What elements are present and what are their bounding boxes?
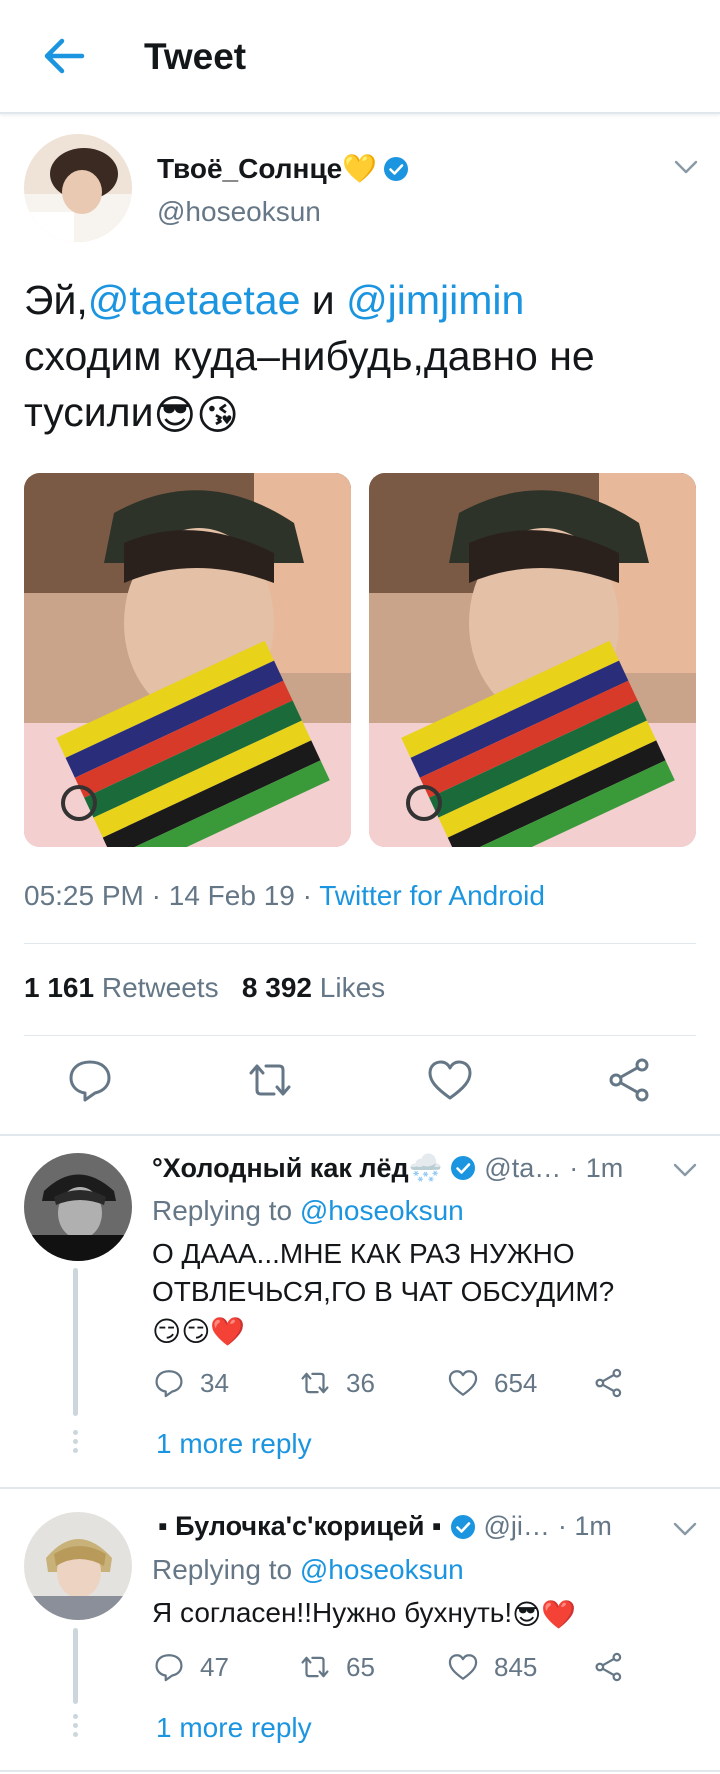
- back-arrow-icon[interactable]: [38, 30, 90, 82]
- replying-to-label: Replying to: [152, 1195, 293, 1226]
- like-heart-icon: [448, 1654, 478, 1680]
- retweet-icon: [301, 1372, 329, 1394]
- share-icon[interactable]: [592, 1366, 626, 1400]
- author-name-row[interactable]: Твоё_Солнце💛: [157, 152, 409, 185]
- tweet-emojis: 😎😘: [153, 392, 239, 439]
- reply-avatar[interactable]: [24, 1512, 132, 1620]
- share-icon[interactable]: [592, 1650, 626, 1684]
- section-separator: [0, 1487, 720, 1489]
- tweet-text-and: и: [300, 277, 347, 323]
- thread-dots: [70, 1430, 80, 1453]
- reply-text: Я согласен!!Нужно бухнуть!😎❤️: [152, 1594, 672, 1634]
- verified-badge-icon: [450, 1514, 475, 1539]
- meta-dot: ·: [143, 880, 169, 911]
- author-name[interactable]: Твоё_Солнце💛: [157, 152, 377, 185]
- reply-author-name[interactable]: °Холодный как лёд🌨️: [152, 1152, 442, 1184]
- tweet-text-rest: сходим куда–нибудь,давно не тусили: [24, 333, 595, 435]
- likes-label[interactable]: Likes: [320, 972, 385, 1003]
- tweet-photo-2[interactable]: [369, 473, 696, 847]
- tweet-text: Эй,@taetaetae и @jimjimin сходим куда–ниб…: [24, 272, 684, 443]
- retweet-count: 65: [346, 1651, 375, 1682]
- more-replies-link[interactable]: 1 more reply: [156, 1712, 312, 1744]
- retweet-button[interactable]: 36: [298, 1366, 375, 1400]
- reply-icon[interactable]: [64, 1054, 116, 1106]
- reply-icon: [155, 1654, 183, 1682]
- retweets-label[interactable]: Retweets: [102, 972, 219, 1003]
- replying-to: Replying to @hoseoksun: [152, 1554, 464, 1586]
- tweet-text-prefix: Эй,: [24, 277, 88, 323]
- reply-time: · 1m: [557, 1511, 612, 1541]
- author-handle[interactable]: @hoseoksun: [157, 196, 321, 228]
- mention-link[interactable]: @jimjimin: [346, 277, 524, 323]
- reply-emojis: 😏😏❤️: [152, 1315, 246, 1347]
- reply-header: ▪ Булочка'с'корицей ▪ @ji… · 1m: [158, 1511, 612, 1542]
- top-bar: [0, 0, 720, 114]
- likes-count[interactable]: 8 392: [242, 972, 312, 1003]
- divider: [24, 1035, 696, 1036]
- reply-count: 47: [200, 1651, 229, 1682]
- like-heart-icon[interactable]: [424, 1054, 476, 1106]
- share-icon[interactable]: [604, 1054, 656, 1106]
- verified-badge-icon: [384, 156, 409, 181]
- reply-text-body: О ДААА...МНЕ КАК РАЗ НУЖНО ОТВЛЕЧЬСЯ,ГО …: [152, 1238, 615, 1307]
- retweet-count: 36: [346, 1367, 375, 1398]
- reply-count: 34: [200, 1367, 229, 1398]
- thread-line: [73, 1268, 78, 1416]
- like-button[interactable]: 654: [446, 1366, 537, 1400]
- retweet-icon: [301, 1656, 329, 1678]
- replying-to-label: Replying to: [152, 1554, 293, 1585]
- reply-icon: [155, 1370, 183, 1398]
- reply-text: О ДААА...МНЕ КАК РАЗ НУЖНО ОТВЛЕЧЬСЯ,ГО …: [152, 1235, 672, 1351]
- reply-time: · 1m: [569, 1152, 624, 1183]
- like-heart-icon: [448, 1370, 478, 1396]
- tweet-photo-1[interactable]: [24, 473, 351, 847]
- reply-emojis: 😎❤️: [512, 1598, 577, 1630]
- tweet-stats: 1 161 Retweets 8 392 Likes: [24, 972, 385, 1004]
- retweet-button[interactable]: 65: [298, 1650, 375, 1684]
- reply-header: °Холодный как лёд🌨️ @ta… · 1m: [152, 1152, 623, 1184]
- replying-to-handle[interactable]: @hoseoksun: [300, 1554, 464, 1585]
- chevron-down-icon[interactable]: [673, 158, 699, 176]
- mention-link[interactable]: @taetaetae: [88, 277, 301, 323]
- like-button[interactable]: 845: [446, 1650, 537, 1684]
- reply-author-handle[interactable]: @ta…: [484, 1153, 561, 1184]
- retweet-icon[interactable]: [244, 1054, 296, 1106]
- reply-author-handle[interactable]: @ji…: [484, 1511, 550, 1542]
- verified-badge-icon: [451, 1156, 476, 1180]
- page-title: Tweet: [144, 36, 247, 77]
- tweet-meta: 05:25 PM · 14 Feb 19 · Twitter for Andro…: [24, 880, 545, 912]
- tweet-date: 14 Feb 19: [168, 880, 295, 911]
- meta-dot: ·: [294, 880, 320, 911]
- reply-button[interactable]: 34: [152, 1366, 229, 1400]
- tweet-time: 05:25 PM: [24, 880, 144, 911]
- author-avatar[interactable]: [24, 134, 132, 242]
- tweet-source-link[interactable]: Twitter for Android: [319, 880, 545, 911]
- reply-avatar[interactable]: [24, 1153, 132, 1261]
- section-separator: [0, 1770, 720, 1772]
- reply-button[interactable]: 47: [152, 1650, 229, 1684]
- replying-to-handle[interactable]: @hoseoksun: [300, 1195, 464, 1226]
- more-replies-link[interactable]: 1 more reply: [156, 1428, 312, 1460]
- reply-author-name[interactable]: ▪ Булочка'с'корицей ▪: [158, 1511, 442, 1542]
- chevron-down-icon[interactable]: [672, 1520, 698, 1538]
- thread-line: [73, 1628, 78, 1704]
- replying-to: Replying to @hoseoksun: [152, 1195, 464, 1227]
- like-count: 654: [494, 1367, 538, 1398]
- chevron-down-icon[interactable]: [672, 1161, 698, 1179]
- divider: [24, 943, 696, 944]
- like-count: 845: [494, 1651, 538, 1682]
- thread-dots: [70, 1714, 80, 1737]
- retweets-count[interactable]: 1 161: [24, 972, 94, 1003]
- section-separator: [0, 1134, 720, 1136]
- reply-text-body: Я согласен!!Нужно бухнуть!: [152, 1597, 513, 1628]
